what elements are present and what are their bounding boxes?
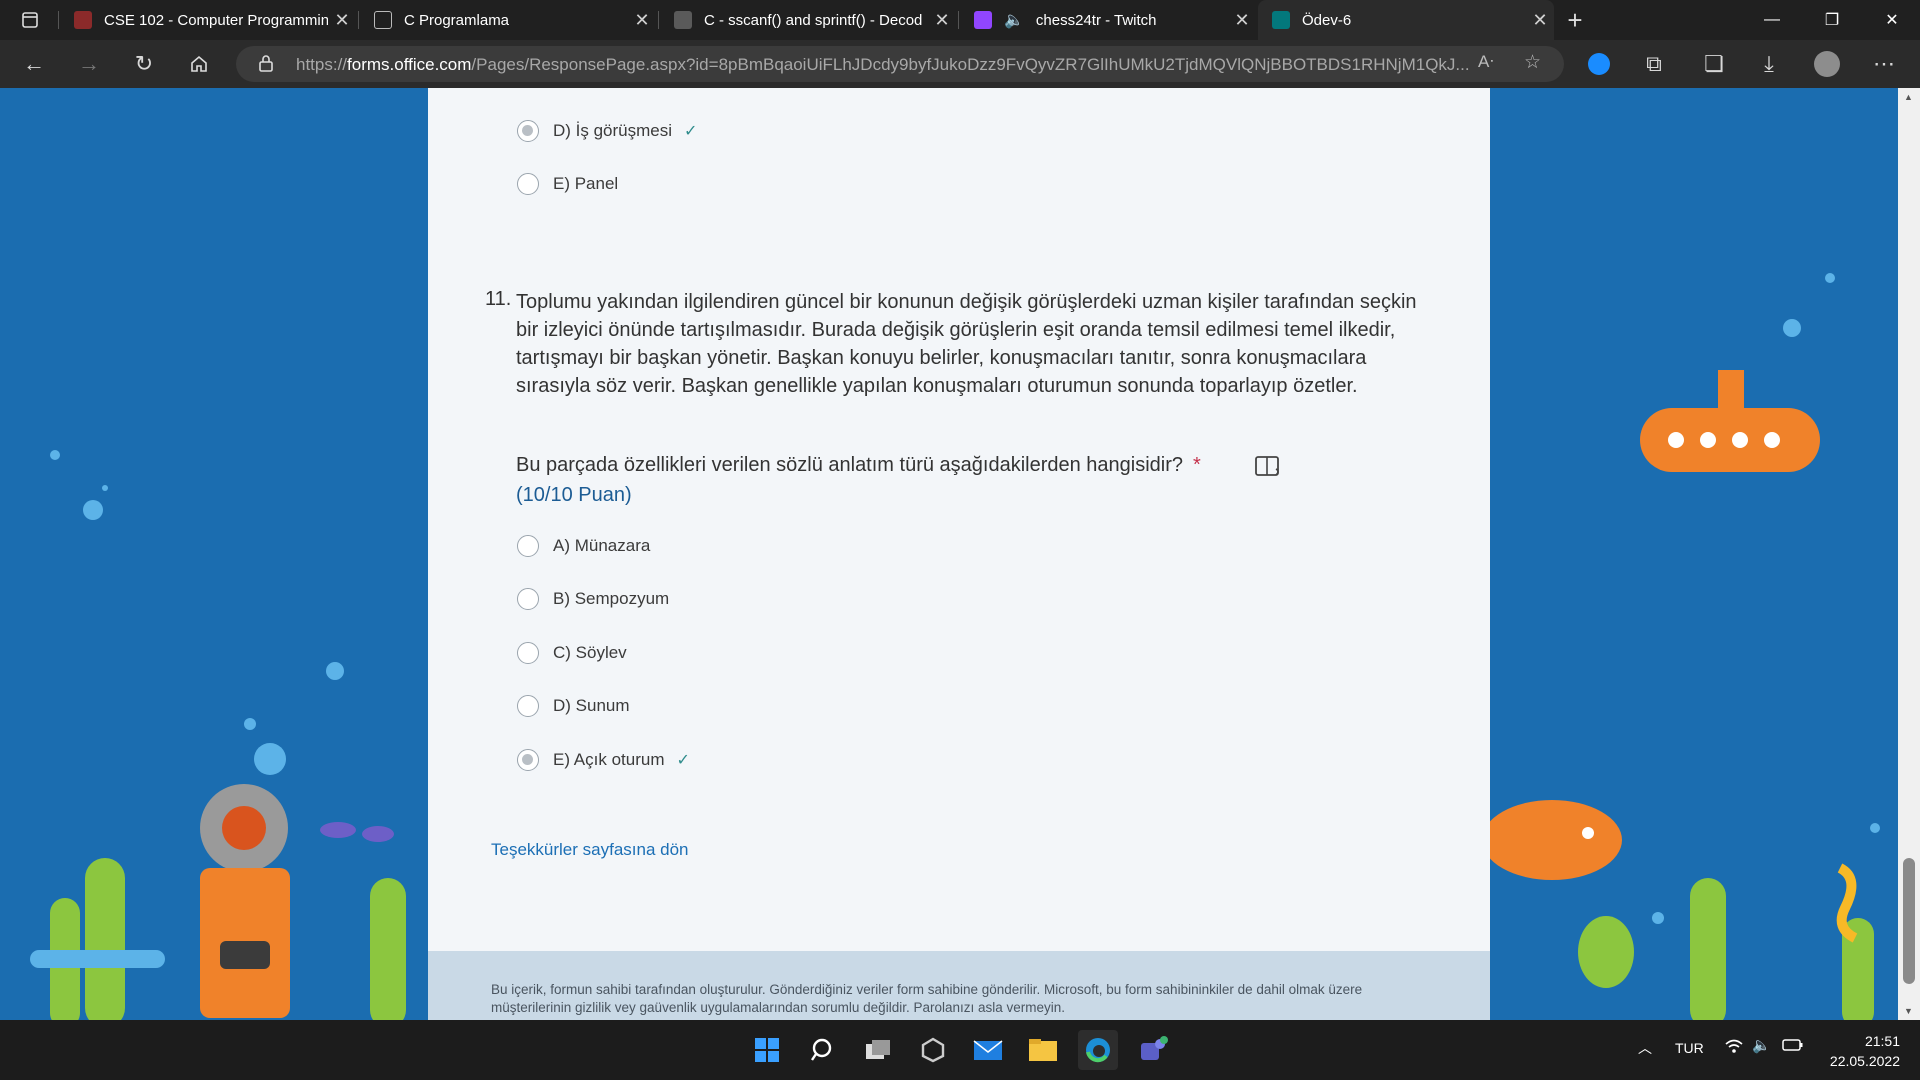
shazam-extension-icon[interactable] <box>1581 46 1617 82</box>
tab-close-icon[interactable]: ✕ <box>1526 10 1554 31</box>
radio-button[interactable] <box>517 173 539 195</box>
tab-label: C - sscanf() and sprintf() - Decod <box>704 11 923 29</box>
task-view-icon[interactable] <box>858 1030 898 1070</box>
forward-button[interactable]: → <box>71 46 107 82</box>
new-tab-button[interactable]: + <box>1557 2 1593 38</box>
immersive-reader-icon[interactable] <box>1254 454 1284 480</box>
favorite-star-icon[interactable]: ☆ <box>1524 51 1541 74</box>
tab-label: CSE 102 - Computer Programmin <box>104 11 328 29</box>
collections-icon[interactable]: ❏ <box>1696 46 1732 82</box>
option-e[interactable]: E) Açık oturum ✓ <box>517 749 690 771</box>
file-explorer-icon[interactable] <box>1023 1030 1063 1070</box>
correct-check-icon: ✓ <box>684 123 698 140</box>
tab-cse102[interactable]: CSE 102 - Computer Programmin ✕ <box>60 0 356 40</box>
search-icon[interactable] <box>803 1030 843 1070</box>
tab-sscanf[interactable]: C - sscanf() and sprintf() - Decod ✕ <box>660 0 956 40</box>
speaker-icon[interactable]: 🔈 <box>1004 10 1024 30</box>
forms-favicon-icon <box>1272 11 1290 29</box>
back-button[interactable]: ← <box>16 46 52 82</box>
question-number: 11. <box>485 288 512 310</box>
scroll-up-icon[interactable]: ▲ <box>1904 92 1913 102</box>
system-clock[interactable]: 21:51 22.05.2022 <box>1830 1031 1900 1071</box>
volume-icon[interactable]: 🔈 <box>1752 1036 1771 1054</box>
option-prev-d[interactable]: D) İş görüşmesi ✓ <box>517 120 697 142</box>
show-hidden-icons-icon[interactable]: ︿ <box>1638 1038 1652 1058</box>
option-label: E) Açık oturum <box>553 750 665 769</box>
tab-label: chess24tr - Twitch <box>1035 11 1157 29</box>
question-text: Toplumu yakından ilgilendiren güncel bir… <box>516 291 1417 397</box>
taskbar: ︿ TUR 🔈 21:51 22.05.2022 <box>0 1020 1920 1080</box>
correct-check-icon: ✓ <box>676 752 690 769</box>
option-b[interactable]: B) Sempozyum <box>517 588 669 610</box>
option-label: C) Söylev <box>553 643 627 662</box>
radio-button[interactable] <box>517 588 539 610</box>
form-card: D) İş görüşmesi ✓ E) Panel 11. Toplumu y… <box>428 88 1490 951</box>
edge-icon[interactable] <box>1078 1030 1118 1070</box>
tab-close-icon[interactable]: ✕ <box>1228 10 1256 31</box>
profile-avatar[interactable] <box>1809 46 1845 82</box>
more-menu-icon[interactable]: ⋯ <box>1866 46 1902 82</box>
lock-icon[interactable] <box>258 54 274 77</box>
page-favicon-icon <box>374 11 392 29</box>
option-label: B) Sempozyum <box>553 589 670 608</box>
question-points: (10/10 Puan) <box>516 484 632 506</box>
decode-favicon-icon <box>674 11 692 29</box>
tab-odev6[interactable]: Ödev-6 ✕ <box>1258 0 1554 40</box>
form-footer: Bu içerik, formun sahibi tarafından oluş… <box>428 951 1490 1020</box>
mail-icon[interactable] <box>968 1030 1008 1070</box>
radio-button[interactable] <box>517 120 539 142</box>
radio-button[interactable] <box>517 695 539 717</box>
minimize-button[interactable]: — <box>1742 0 1802 40</box>
url-text: https://forms.office.com/Pages/ResponseP… <box>296 55 1470 74</box>
tab-c-programlama[interactable]: C Programlama ✕ <box>360 0 656 40</box>
wifi-icon[interactable] <box>1724 1037 1744 1059</box>
radio-button[interactable] <box>517 535 539 557</box>
tab-label: C Programlama <box>404 11 510 29</box>
url-field[interactable]: https://forms.office.com/Pages/ResponseP… <box>236 46 1564 82</box>
home-button[interactable] <box>181 46 217 82</box>
restore-button[interactable]: ❐ <box>1802 0 1862 40</box>
battery-icon[interactable] <box>1782 1037 1804 1057</box>
pdf-favicon-icon <box>74 11 92 29</box>
option-label: D) Sunum <box>553 696 630 715</box>
option-c[interactable]: C) Söylev <box>517 642 627 664</box>
tab-bar: CSE 102 - Computer Programmin ✕ C Progra… <box>0 0 1920 40</box>
page-scrollbar[interactable]: ▲ ▼ <box>1898 88 1920 1020</box>
tab-twitch[interactable]: 🔈 chess24tr - Twitch ✕ <box>960 0 1256 40</box>
clock-time: 21:51 <box>1864 1033 1900 1049</box>
option-a[interactable]: A) Münazara <box>517 535 650 557</box>
option-d[interactable]: D) Sunum <box>517 695 630 717</box>
tab-actions-icon[interactable] <box>12 2 48 38</box>
close-window-button[interactable]: ✕ <box>1862 0 1920 40</box>
clock-date: 22.05.2022 <box>1829 1053 1900 1069</box>
start-icon[interactable] <box>747 1030 787 1070</box>
read-aloud-icon[interactable]: Aᐧ <box>1478 52 1494 72</box>
page-background: D) İş görüşmesi ✓ E) Panel 11. Toplumu y… <box>0 88 1920 1020</box>
option-label: D) İş görüşmesi <box>553 121 673 140</box>
option-prev-e[interactable]: E) Panel <box>517 173 618 195</box>
tab-close-icon[interactable]: ✕ <box>928 10 956 31</box>
downloads-icon[interactable]: ⤓ <box>1751 46 1787 82</box>
input-language[interactable]: TUR <box>1675 1040 1704 1056</box>
unity-hub-icon[interactable] <box>913 1030 953 1070</box>
option-label: E) Panel <box>553 174 619 193</box>
footer-disclaimer: Bu içerik, formun sahibi tarafından oluş… <box>491 982 1363 1015</box>
radio-button[interactable] <box>517 642 539 664</box>
extensions-icon[interactable]: ⧉ <box>1636 46 1672 82</box>
tab-close-icon[interactable]: ✕ <box>328 10 356 31</box>
back-to-thanks-link[interactable]: Teşekkürler sayfasına dön <box>491 840 689 860</box>
radio-button[interactable] <box>517 749 539 771</box>
question-prompt: Bu parçada özellikleri verilen sözlü anl… <box>516 454 1201 476</box>
scroll-down-icon[interactable]: ▼ <box>1904 1006 1913 1016</box>
tab-label: Ödev-6 <box>1302 11 1352 29</box>
tab-close-icon[interactable]: ✕ <box>628 10 656 31</box>
refresh-button[interactable]: ↻ <box>126 46 162 82</box>
teams-icon[interactable] <box>1133 1030 1173 1070</box>
scrollbar-thumb[interactable] <box>1903 858 1915 984</box>
address-bar: ← → ↻ https://forms.office.com/Pages/Res… <box>0 40 1920 88</box>
twitch-favicon-icon <box>974 11 992 29</box>
option-label: A) Münazara <box>553 536 651 555</box>
required-mark: * <box>1193 454 1201 476</box>
